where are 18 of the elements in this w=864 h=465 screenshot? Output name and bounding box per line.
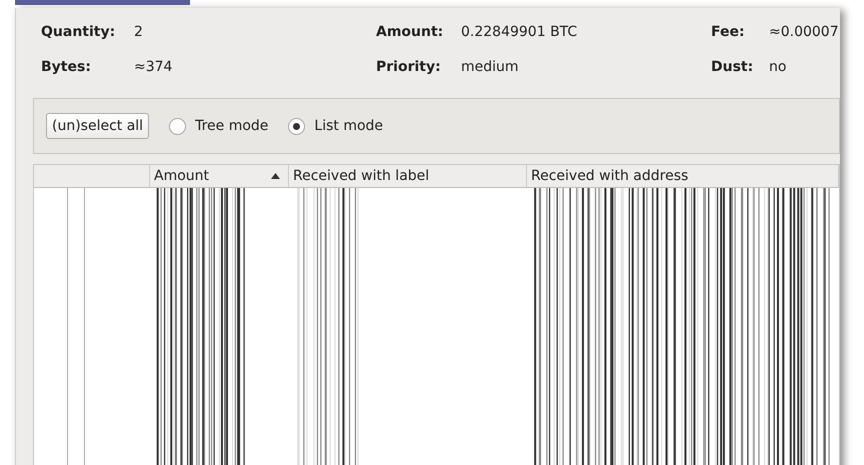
summary-value: 2 <box>134 23 144 42</box>
summary-value: ≈374 <box>134 58 174 77</box>
summary-label: Quantity: <box>41 23 116 42</box>
summary-value: no <box>769 58 788 77</box>
summary-label: Amount: <box>376 23 444 42</box>
column-header[interactable]: Received with address <box>527 165 839 187</box>
column-header[interactable]: Received with label <box>289 165 527 187</box>
mode-radio[interactable]: Tree mode <box>169 116 268 136</box>
summary-value: 0.22849901 BTC <box>461 23 578 42</box>
summary-value: ≈0.00007 <box>769 23 840 42</box>
summary-label: Priority: <box>376 58 442 77</box>
select-all-button[interactable]: (un)select all <box>46 113 150 139</box>
summary-label: Dust: <box>711 58 754 77</box>
summary-value: medium <box>461 58 520 77</box>
summary-label: Fee: <box>711 23 746 42</box>
column-header[interactable]: Amount <box>150 165 289 187</box>
summary-label: Bytes: <box>41 58 92 77</box>
mode-radio[interactable]: List mode <box>288 116 384 136</box>
